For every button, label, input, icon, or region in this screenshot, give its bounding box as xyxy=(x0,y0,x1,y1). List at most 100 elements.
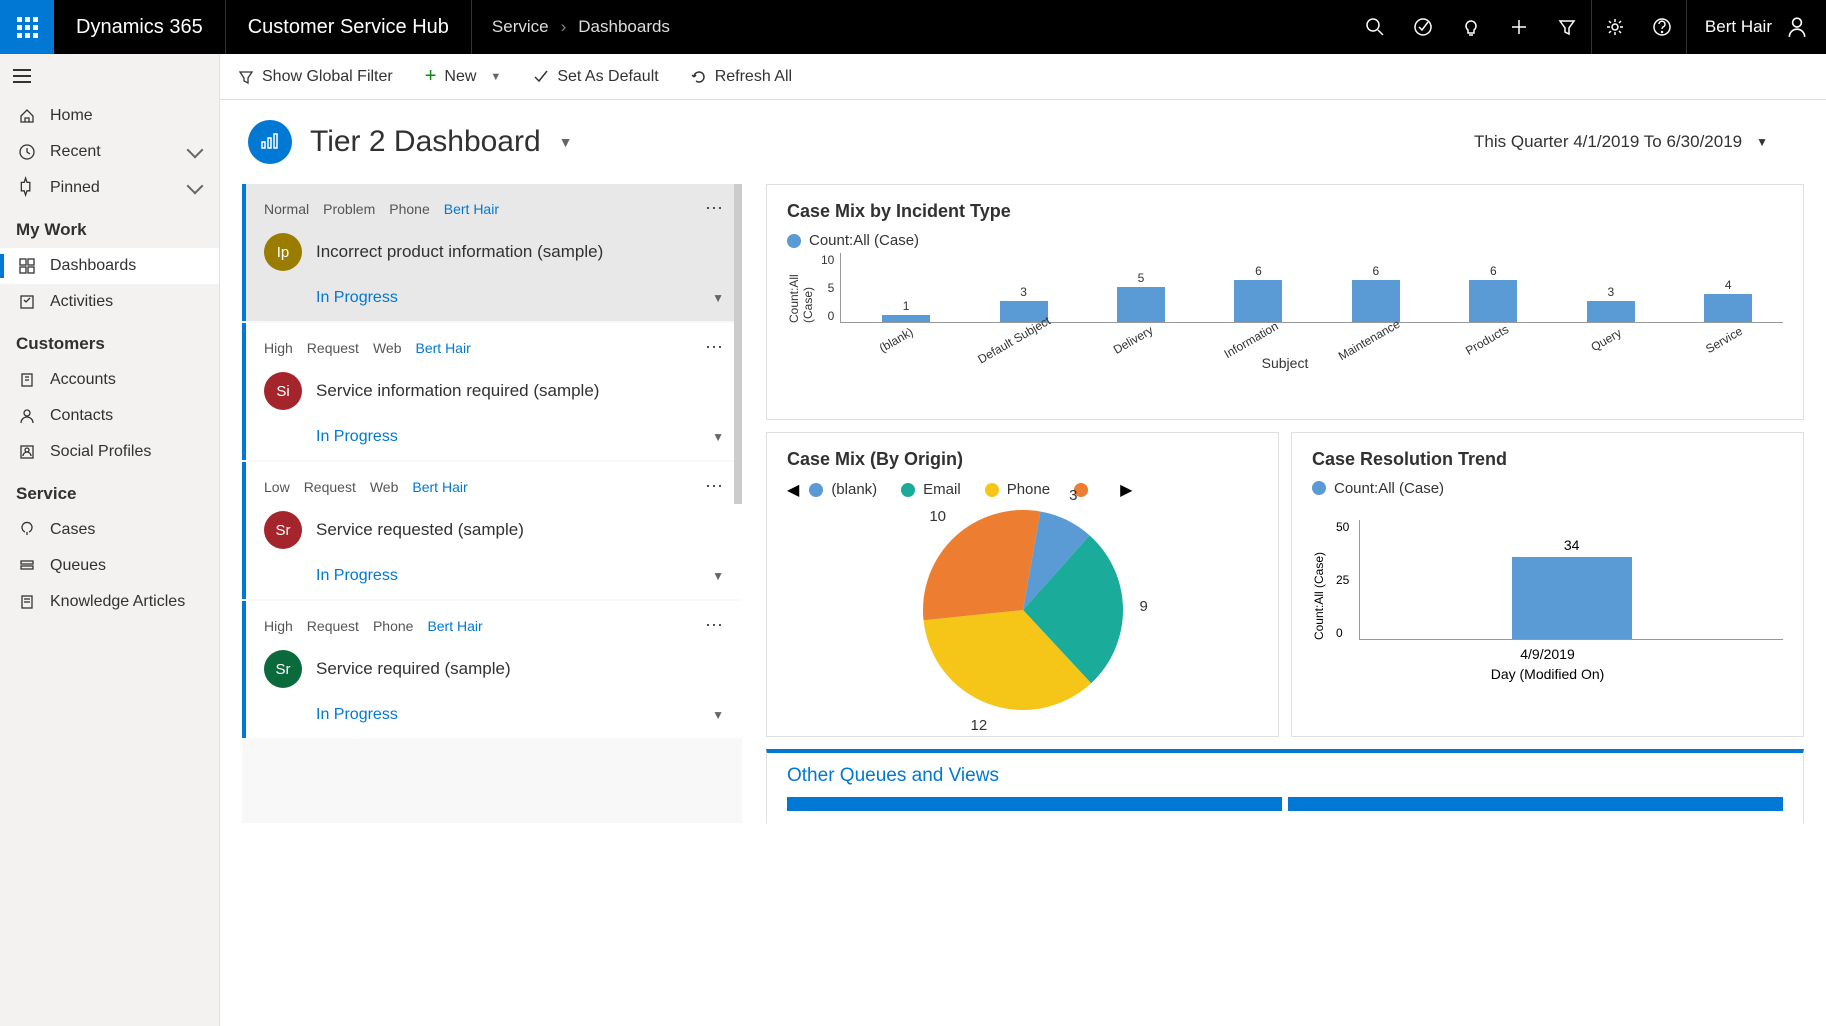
chevron-down-icon[interactable]: ▼ xyxy=(559,134,573,150)
nav-knowledge-articles[interactable]: Knowledge Articles xyxy=(0,584,219,620)
case-owner[interactable]: Bert Hair xyxy=(416,340,471,356)
filter-icon[interactable] xyxy=(1543,0,1591,54)
nav-queues[interactable]: Queues xyxy=(0,548,219,584)
search-icon[interactable] xyxy=(1351,0,1399,54)
social-icon xyxy=(18,443,36,461)
legend-item: Count:All (Case) xyxy=(787,232,919,249)
chevron-down-icon[interactable]: ▼ xyxy=(712,708,724,722)
case-priority: High xyxy=(264,340,293,356)
y-axis-label: Count:All (Case) xyxy=(1312,552,1326,640)
bar-value: 6 xyxy=(1373,264,1380,278)
legend-dot-icon xyxy=(787,234,801,248)
case-card[interactable]: High Request Web Bert Hair ⋯ Si Service … xyxy=(242,323,742,460)
chevron-down-icon[interactable]: ▼ xyxy=(712,569,724,583)
chart-incident-type: Case Mix by Incident Type Count:All (Cas… xyxy=(766,184,1804,420)
y-axis-ticks: 50250 xyxy=(1336,520,1349,640)
avatar: Sr xyxy=(264,650,302,688)
chevron-down-icon[interactable]: ▼ xyxy=(1756,135,1768,149)
case-list[interactable]: Normal Problem Phone Bert Hair ⋯ Ip Inco… xyxy=(242,184,742,823)
filter-icon xyxy=(238,69,254,85)
breadcrumb-area[interactable]: Service xyxy=(492,17,549,37)
case-priority: High xyxy=(264,618,293,634)
case-card[interactable]: High Request Phone Bert Hair ⋯ Sr Servic… xyxy=(242,601,742,738)
left-nav: Home Recent Pinned My Work Dashboards Ac… xyxy=(0,54,220,1026)
nav-dashboards[interactable]: Dashboards xyxy=(0,248,219,284)
pie-value-label: 12 xyxy=(971,717,988,734)
app-launcher-button[interactable] xyxy=(0,0,54,54)
nav-pinned[interactable]: Pinned xyxy=(0,170,219,206)
bar-value: 6 xyxy=(1255,264,1262,278)
case-origin: Phone xyxy=(373,618,413,634)
bar xyxy=(1234,280,1282,322)
checkmark-circle-icon[interactable] xyxy=(1399,0,1447,54)
case-card[interactable]: Normal Problem Phone Bert Hair ⋯ Ip Inco… xyxy=(242,184,742,321)
lightbulb-icon[interactable] xyxy=(1447,0,1495,54)
more-icon[interactable]: ⋯ xyxy=(705,337,724,358)
avatar: Ip xyxy=(264,233,302,271)
chevron-down-icon[interactable]: ▼ xyxy=(712,430,724,444)
set-default-button[interactable]: Set As Default xyxy=(527,64,664,90)
case-type: Request xyxy=(304,479,356,495)
case-type: Problem xyxy=(323,201,375,217)
home-icon xyxy=(18,107,36,125)
queues-title: Other Queues and Views xyxy=(787,765,1783,787)
bar-value: 4 xyxy=(1725,278,1732,292)
refresh-all-button[interactable]: Refresh All xyxy=(685,64,798,90)
case-type: Request xyxy=(307,340,359,356)
case-card[interactable]: Low Request Web Bert Hair ⋯ Sr Service r… xyxy=(242,462,742,599)
more-icon[interactable]: ⋯ xyxy=(705,198,724,219)
user-name: Bert Hair xyxy=(1705,17,1772,37)
topbar: Dynamics 365 Customer Service Hub Servic… xyxy=(0,0,1826,54)
trend-bar: 34 xyxy=(1512,557,1632,639)
avatar: Sr xyxy=(264,511,302,549)
case-status: In Progress xyxy=(316,567,398,585)
settings-icon[interactable] xyxy=(1591,0,1639,54)
y-axis-label: Count:All (Case) xyxy=(787,253,815,323)
hamburger-button[interactable] xyxy=(0,54,44,98)
trend-x-label: Day (Modified On) xyxy=(1312,666,1783,682)
nav-contacts[interactable]: Contacts xyxy=(0,398,219,434)
pie-value-label: 3 xyxy=(1069,487,1077,504)
new-button[interactable]: + New ▼ xyxy=(419,61,508,92)
nav-activities[interactable]: Activities xyxy=(0,284,219,320)
nav-accounts[interactable]: Accounts xyxy=(0,362,219,398)
pie-value-label: 10 xyxy=(929,508,946,525)
avatar: Si xyxy=(264,372,302,410)
chart-title: Case Resolution Trend xyxy=(1312,449,1783,470)
bar xyxy=(1352,280,1400,322)
legend-item: Email xyxy=(901,481,961,498)
brand-label[interactable]: Dynamics 365 xyxy=(54,0,226,54)
nav-social-profiles[interactable]: Social Profiles xyxy=(0,434,219,470)
case-title: Incorrect product information (sample) xyxy=(316,242,603,262)
help-icon[interactable] xyxy=(1639,0,1687,54)
nav-recent[interactable]: Recent xyxy=(0,134,219,170)
case-owner[interactable]: Bert Hair xyxy=(427,618,482,634)
user-menu[interactable]: Bert Hair xyxy=(1687,16,1826,38)
legend-next-icon[interactable]: ▶ xyxy=(1120,480,1132,500)
nav-cases[interactable]: Cases xyxy=(0,512,219,548)
queue-tab[interactable] xyxy=(787,797,1282,811)
more-icon[interactable]: ⋯ xyxy=(705,615,724,636)
queue-tab[interactable] xyxy=(1288,797,1783,811)
hub-label[interactable]: Customer Service Hub xyxy=(226,0,472,54)
case-owner[interactable]: Bert Hair xyxy=(444,201,499,217)
breadcrumb-page[interactable]: Dashboards xyxy=(578,17,670,37)
main-content: Tier 2 Dashboard ▼ This Quarter 4/1/2019… xyxy=(220,100,1826,1026)
nav-label: Contacts xyxy=(50,407,113,425)
show-global-filter-button[interactable]: Show Global Filter xyxy=(232,64,399,90)
legend-item: Count:All (Case) xyxy=(1312,480,1444,497)
legend-prev-icon[interactable]: ◀ xyxy=(787,480,799,500)
category-labels: (blank)Default SubjectDeliveryInformatio… xyxy=(787,333,1783,347)
dashboard-title[interactable]: Tier 2 Dashboard xyxy=(310,125,541,159)
nav-home[interactable]: Home xyxy=(0,98,219,134)
case-owner[interactable]: Bert Hair xyxy=(412,479,467,495)
dashboard-icon xyxy=(18,257,36,275)
date-range-label[interactable]: This Quarter 4/1/2019 To 6/30/2019 xyxy=(1474,132,1742,152)
plus-icon[interactable] xyxy=(1495,0,1543,54)
nav-label: Social Profiles xyxy=(50,443,151,461)
building-icon xyxy=(18,371,36,389)
pie-value-label: 9 xyxy=(1139,598,1147,615)
nav-label: Pinned xyxy=(50,179,100,197)
more-icon[interactable]: ⋯ xyxy=(705,476,724,497)
chevron-down-icon[interactable]: ▼ xyxy=(712,291,724,305)
